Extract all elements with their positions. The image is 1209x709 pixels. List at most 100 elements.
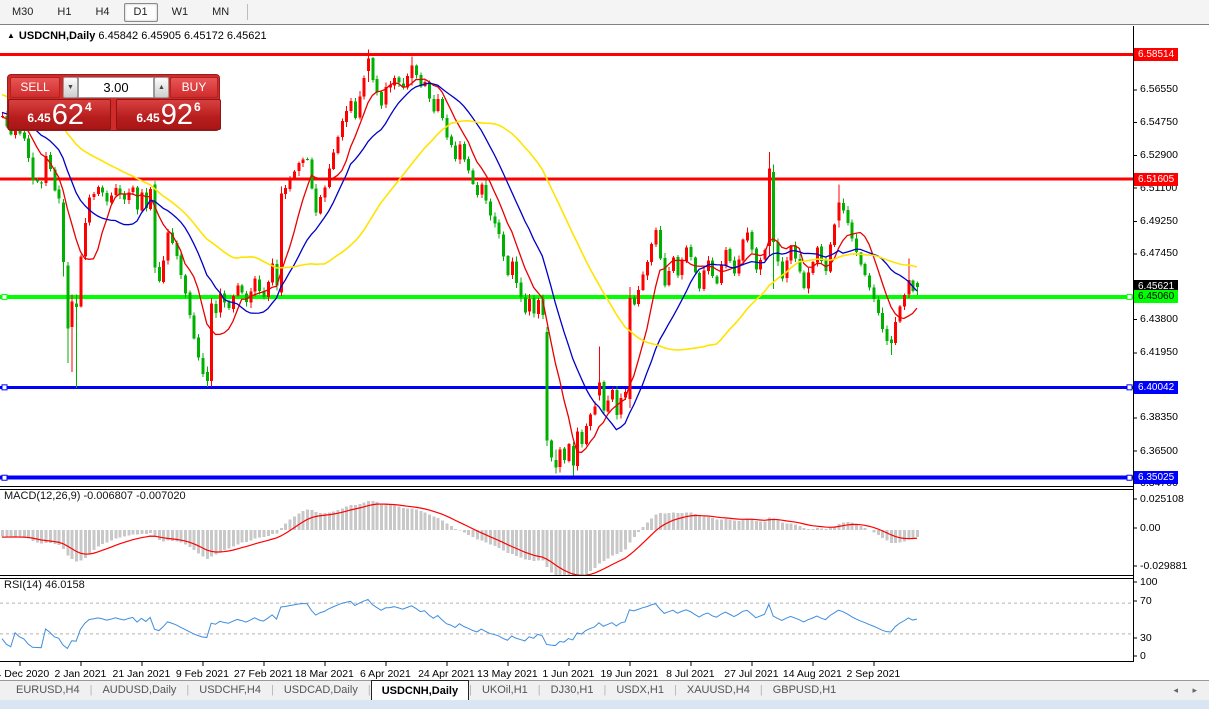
candle-body [35, 180, 39, 182]
candle-body [323, 187, 327, 198]
candle-body [109, 195, 113, 203]
chart-tab-usdx[interactable]: USDX,H1 [606, 681, 674, 700]
candle-body [92, 193, 96, 198]
timeframe-button-m30[interactable]: M30 [2, 3, 43, 22]
chart-tab-xauusd[interactable]: XAUUSD,H4 [677, 681, 760, 700]
hline-handle[interactable] [1126, 384, 1133, 391]
candle-body [353, 101, 357, 118]
candle-body [641, 274, 645, 290]
candle-body [785, 260, 789, 279]
candle-body [689, 247, 693, 257]
chart-tab-gbpusd[interactable]: GBPUSD,H1 [763, 681, 847, 700]
candle-body [432, 99, 436, 112]
timeframe-button-h1[interactable]: H1 [47, 3, 81, 22]
candle-body [602, 382, 606, 411]
candle-body [606, 400, 610, 412]
candle-body [759, 259, 763, 270]
timeframe-button-h4[interactable]: H4 [85, 3, 119, 22]
candle-body [915, 282, 919, 287]
candle-body [589, 414, 593, 427]
candle-body [279, 193, 283, 293]
candle-body [571, 445, 575, 466]
hline-handle[interactable] [1126, 474, 1133, 481]
candle-body [558, 449, 562, 468]
chart-tab-ukoil[interactable]: UKOil,H1 [472, 681, 538, 700]
timeframe-button-w1[interactable]: W1 [162, 3, 199, 22]
buy-button[interactable]: BUY [170, 77, 218, 98]
candle-body [471, 170, 475, 185]
volume-input[interactable] [78, 77, 154, 98]
candle-body [728, 249, 732, 262]
chart-tab-audusd[interactable]: AUDUSD,Daily [92, 681, 186, 700]
candle-body [362, 77, 366, 97]
candle-body [70, 301, 74, 327]
candle-body [532, 298, 536, 314]
ma-line-17 [1, 82, 918, 431]
buy-price-small: 6.45 [136, 111, 160, 125]
candle-body [414, 65, 418, 75]
candle-body [61, 202, 65, 262]
candle-body [506, 255, 510, 276]
sell-price-small: 6.45 [27, 111, 51, 125]
candle-body [484, 184, 488, 201]
candle-body [480, 184, 484, 195]
candle-body [868, 275, 872, 288]
tab-scroll-arrows[interactable]: ◂ ▸ [1173, 681, 1203, 700]
timeframe-button-d1[interactable]: D1 [123, 3, 158, 22]
chart-tab-bar: EURUSD,H4 | AUDUSD,Daily | USDCHF,H4 | USDCAD,… [0, 680, 1209, 700]
candle-body [515, 261, 519, 284]
candle-body [502, 234, 506, 257]
timeframe-button-mn[interactable]: MN [202, 3, 239, 22]
candle-body [488, 201, 492, 216]
candle-body [528, 298, 532, 312]
hline-handle[interactable] [1, 474, 8, 481]
candle-body [475, 184, 479, 195]
chart-tab-usdchf[interactable]: USDCHF,H4 [189, 681, 271, 700]
chart-tab-usdcad[interactable]: USDCAD,Daily [274, 681, 368, 700]
ma-line-40 [1, 93, 918, 351]
candle-body [253, 278, 257, 292]
candle-body [188, 292, 192, 316]
buy-price-display[interactable]: 6.45 92 6 [116, 99, 221, 130]
candle-body [22, 132, 26, 139]
candle-body [210, 303, 214, 381]
candle-body [240, 285, 244, 293]
candle-body [301, 159, 305, 164]
candle-body [336, 137, 340, 154]
candle-body [881, 312, 885, 330]
candle-body [380, 91, 384, 106]
volume-decrease-button[interactable]: ▼ [63, 77, 78, 98]
candle-body [454, 145, 458, 160]
candle-body [549, 440, 553, 458]
hline-handle[interactable] [1, 293, 8, 300]
timeframe-toolbar: M30 H1 H4 D1 W1 MN [0, 0, 1209, 25]
candle-body [349, 101, 353, 111]
candle-body [327, 168, 331, 188]
candle-body [427, 81, 431, 99]
candle-body [650, 243, 654, 263]
candle-body [183, 275, 187, 294]
sell-price-display[interactable]: 6.45 62 4 [8, 99, 111, 130]
hline-handle[interactable] [1126, 293, 1133, 300]
candle-body [580, 431, 584, 445]
hline-handle[interactable] [1, 384, 8, 391]
candle-body [772, 171, 776, 243]
volume-increase-button[interactable]: ▲ [154, 77, 169, 98]
sell-price-big: 62 [51, 99, 84, 131]
candle-body [597, 382, 601, 396]
chart-tab-dj30[interactable]: DJ30,H1 [541, 681, 604, 700]
chart-tab-usdcnh[interactable]: USDCNH,Daily [370, 680, 470, 700]
chart-tab-eurusd[interactable]: EURUSD,H4 [6, 681, 90, 700]
sell-button[interactable]: SELL [10, 77, 60, 98]
ma-line-8 [1, 78, 918, 454]
candle-body [305, 158, 309, 160]
candle-body [658, 229, 662, 259]
candle-body [449, 136, 453, 146]
candle-body [889, 339, 893, 344]
candle-body [510, 261, 514, 275]
candle-body [366, 58, 370, 71]
candle-body [162, 260, 166, 282]
candle-body [719, 265, 723, 283]
candle-body [371, 57, 375, 80]
macd-signal-line [1, 503, 918, 575]
